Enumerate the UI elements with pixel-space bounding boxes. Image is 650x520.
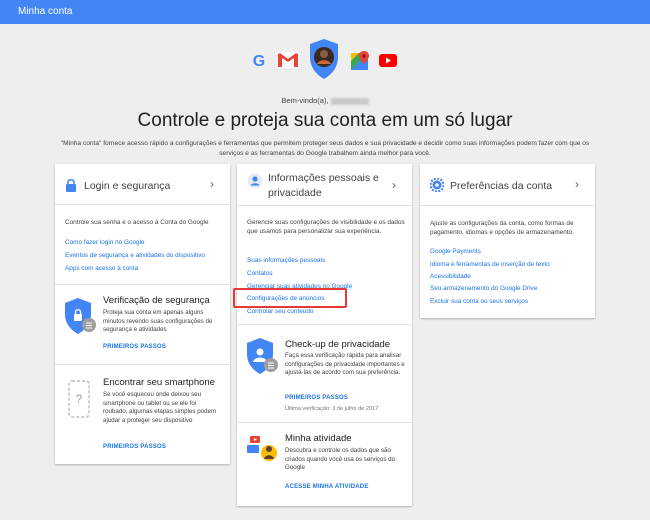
svg-text:G: G	[253, 53, 265, 69]
security-shield-icon	[65, 298, 96, 334]
blurred-user-name	[330, 97, 369, 105]
person-icon	[247, 173, 263, 189]
link-personal-info[interactable]: Suas informações pessoais	[247, 257, 325, 264]
privacy-shield-icon	[247, 338, 278, 374]
top-app-bar: Minha conta	[0, 0, 650, 24]
welcome-line: Bem-vindo(a),	[0, 96, 650, 105]
last-check-note: Última verificação: 3 de julho de 2017	[285, 406, 379, 412]
youtube-icon	[379, 54, 397, 67]
privacy-checkup-text: Faça essa verificação rápida para analis…	[285, 352, 405, 376]
welcome-text: Bem-vindo(a),	[281, 96, 329, 105]
link-control-content[interactable]: Controlar seu conteúdo	[247, 308, 313, 315]
chevron-right-icon[interactable]: ›	[392, 178, 396, 192]
link-delete-account[interactable]: Excluir sua conta ou seus serviços	[430, 298, 528, 305]
login-security-title: Login e segurança	[84, 180, 171, 192]
account-preferences-title: Preferências da conta	[450, 180, 553, 192]
privacy-header[interactable]: Informações pessoais e privacidade ›	[237, 164, 412, 206]
my-activity-open-button[interactable]: ACESSE MINHA ATIVIDADE	[285, 484, 369, 490]
chevron-right-icon[interactable]: ›	[575, 177, 579, 191]
maps-icon	[351, 51, 369, 70]
privacy-title-line2: privacidade	[268, 187, 322, 199]
google-products-row: G	[0, 38, 650, 84]
privacy-title-line1: Informações pessoais e	[268, 172, 379, 184]
security-checkup-section: Verificação de segurança Proteja sua con…	[55, 284, 230, 364]
find-phone-title: Encontrar seu smartphone	[103, 377, 215, 388]
security-checkup-title: Verificação de segurança	[103, 295, 210, 306]
find-phone-start-button[interactable]: PRIMEIROS PASSOS	[103, 444, 166, 450]
privacy-card: Informações pessoais e privacidade › Ger…	[237, 164, 412, 506]
link-how-to-login[interactable]: Como fazer login no Google	[65, 239, 145, 246]
find-phone-text: Se você esqueceu onde deixou seu smartph…	[103, 391, 217, 424]
page-headline: Controle e proteja sua conta em um só lu…	[137, 110, 513, 131]
my-activity-icon	[247, 436, 277, 461]
account-preferences-text: Ajuste as configurações da conta, como f…	[430, 220, 574, 236]
my-activity-title: Minha atividade	[285, 433, 352, 444]
link-language-input[interactable]: Idioma e ferramentas de inserção de text…	[430, 261, 550, 268]
privacy-checkup-title: Check-up de privacidade	[285, 339, 391, 350]
security-checkup-text: Proteja sua conta em apenas alguns minut…	[103, 309, 213, 333]
app-title[interactable]: Minha conta	[18, 6, 72, 17]
link-contacts[interactable]: Contatos	[247, 270, 273, 277]
login-security-text: Controle sua senha e o acesso à Conta do…	[65, 219, 209, 226]
login-security-header[interactable]: Login e segurança ›	[55, 164, 230, 205]
account-preferences-header[interactable]: Preferências da conta ›	[420, 164, 595, 206]
gear-icon	[430, 178, 444, 192]
privacy-checkup-section: Check-up de privacidade Faça essa verifi…	[237, 324, 412, 422]
link-google-payments[interactable]: Google Payments	[430, 248, 481, 255]
gmail-icon	[277, 52, 299, 68]
svg-text:?: ?	[76, 392, 83, 406]
page-description: "Minha conta" fornece acesso rápido a co…	[60, 140, 590, 157]
google-g-icon: G	[253, 53, 265, 69]
find-phone-section: ? Encontrar seu smartphone Se você esque…	[55, 364, 230, 464]
account-preferences-card: Preferências da conta › Ajuste as config…	[420, 164, 595, 318]
link-security-events[interactable]: Eventos de segurança e atividades do dis…	[65, 252, 205, 259]
privacy-text: Gerencie suas configurações de visibilid…	[247, 219, 405, 235]
link-accessibility[interactable]: Acessibilidade	[430, 273, 471, 280]
security-checkup-start-button[interactable]: PRIMEIROS PASSOS	[103, 344, 166, 350]
phone-icon: ?	[68, 380, 90, 418]
login-security-card: Login e segurança › Controle sua senha e…	[55, 164, 230, 464]
chevron-right-icon[interactable]: ›	[210, 177, 214, 191]
privacy-checkup-start-button[interactable]: PRIMEIROS PASSOS	[285, 395, 348, 401]
link-drive-storage[interactable]: Seu armazenamento do Google Drive	[430, 285, 537, 292]
my-activity-text: Descubra e controle os dados que são cri…	[285, 447, 396, 471]
profile-shield-icon[interactable]	[308, 38, 340, 80]
lock-icon	[66, 178, 76, 192]
ad-settings-highlight-box	[233, 288, 347, 308]
link-apps-access[interactable]: Apps com acesso à conta	[65, 265, 138, 272]
my-activity-section: Minha atividade Descubra e controle os d…	[237, 422, 412, 506]
